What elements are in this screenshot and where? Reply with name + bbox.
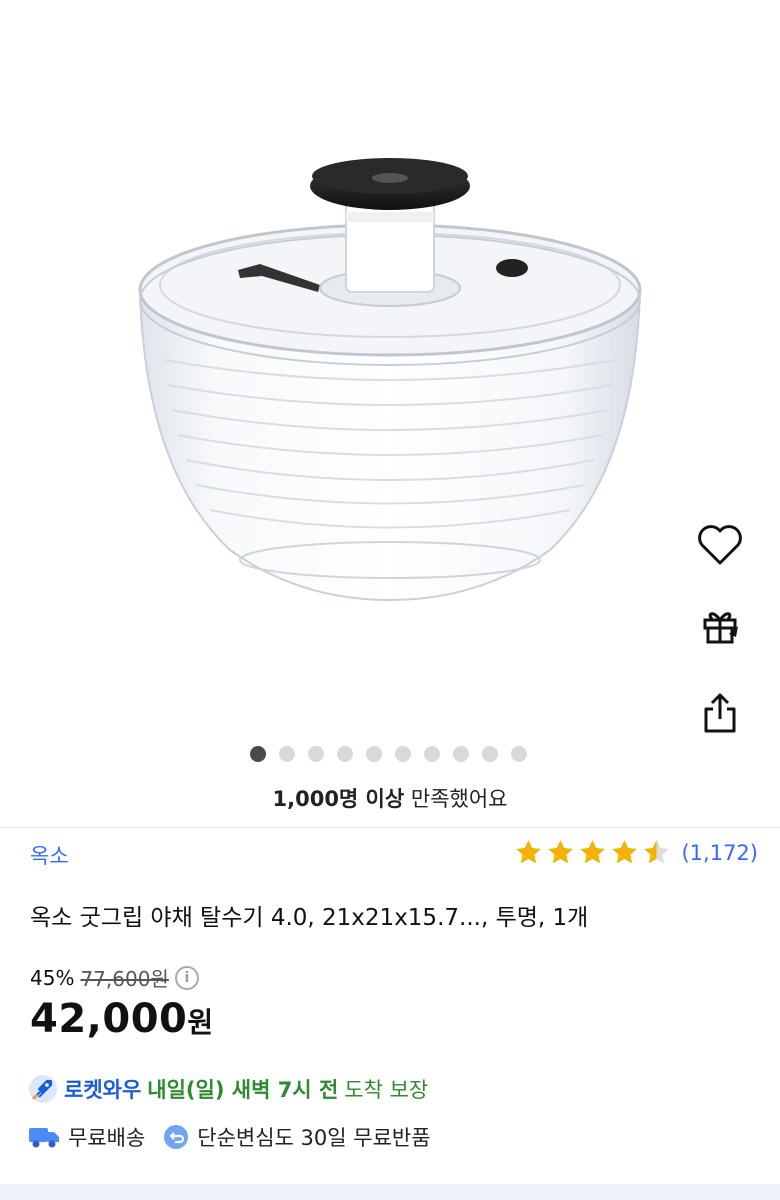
original-price: 77,600원 <box>80 967 169 991</box>
delivery-guarantee: 도착 보장 <box>344 1078 429 1102</box>
product-image-carousel[interactable] <box>0 0 780 740</box>
perks: 무료배송 단순변심도 30일 무료반품 <box>28 1122 449 1152</box>
original-price-row: 45% 77,600원 i <box>30 963 199 992</box>
heart-icon <box>698 525 742 565</box>
carousel-dot[interactable] <box>308 746 324 762</box>
star-icon <box>516 840 542 864</box>
gift-button[interactable] <box>690 595 750 655</box>
free-shipping-label: 무료배송 <box>68 1126 146 1150</box>
carousel-dot[interactable] <box>337 746 353 762</box>
carousel-dot[interactable] <box>453 746 469 762</box>
free-shipping: 무료배송 <box>28 1122 145 1152</box>
delivery-info: 로켓와우 내일(일) 새벽 7시 전 도착 보장 <box>28 1074 428 1104</box>
share-icon <box>704 693 736 733</box>
gift-icon <box>703 612 738 644</box>
divider <box>0 827 780 828</box>
wishlist-button[interactable] <box>690 515 750 575</box>
free-return: 단순변심도 30일 무료반품 <box>163 1122 431 1152</box>
carousel-dot[interactable] <box>424 746 440 762</box>
carousel-dot[interactable] <box>279 746 295 762</box>
sale-price: 42,000원 <box>30 996 214 1042</box>
share-button[interactable] <box>690 683 750 743</box>
satisfaction-banner: 1,000명 이상 만족했어요 <box>0 783 780 813</box>
discount-rate: 45% <box>30 965 75 990</box>
carousel-indicator <box>250 746 527 762</box>
rocket-icon <box>29 1075 57 1103</box>
product-title: 옥소 굿그립 야채 탈수기 4.0, 21x21x15.7..., 투명, 1개 <box>30 905 589 931</box>
sale-price-value: 42,000 <box>30 996 188 1042</box>
star-icon <box>644 840 670 864</box>
carousel-dot[interactable] <box>250 746 266 762</box>
satisfaction-count: 1,000명 이상 <box>272 787 405 811</box>
brand-link[interactable]: 옥소 <box>30 840 69 870</box>
delivery-eta: 내일(일) 새벽 7시 전 <box>147 1078 339 1102</box>
carousel-dot[interactable] <box>395 746 411 762</box>
product-image <box>138 158 642 602</box>
bottom-bar-edge <box>0 1184 780 1200</box>
free-return-label: 단순변심도 30일 무료반품 <box>197 1126 431 1150</box>
star-icon <box>548 840 574 864</box>
rating[interactable]: (1,172) <box>514 838 758 867</box>
carousel-dot[interactable] <box>366 746 382 762</box>
truck-icon <box>29 1128 59 1148</box>
info-icon[interactable]: i <box>174 965 199 990</box>
currency-unit: 원 <box>187 1006 214 1039</box>
carousel-dot[interactable] <box>482 746 498 762</box>
satisfaction-text: 만족했어요 <box>410 787 508 811</box>
star-rating <box>514 838 671 867</box>
star-icon <box>612 840 638 864</box>
review-count[interactable]: (1,172) <box>681 841 758 865</box>
rocket-wow-label: 로켓와우 <box>64 1078 142 1102</box>
carousel-dot[interactable] <box>511 746 527 762</box>
star-icon <box>580 840 606 864</box>
return-icon <box>164 1125 189 1149</box>
